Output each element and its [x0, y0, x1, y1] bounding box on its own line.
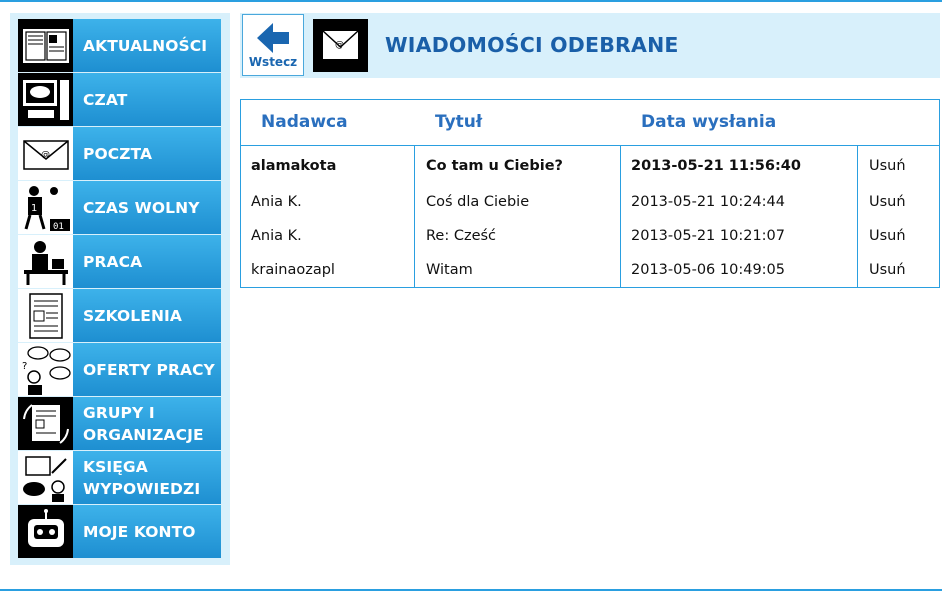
svg-text:1: 1 — [31, 203, 37, 214]
groups-icon — [18, 397, 73, 450]
newspaper-icon — [18, 19, 73, 72]
message-date: 2013-05-21 10:24:44 — [631, 194, 785, 210]
message-sender[interactable]: Ania K. — [251, 194, 302, 210]
table-row[interactable]: alamakota Co tam u Ciebie? 2013-05-21 11… — [241, 146, 939, 185]
guestbook-icon — [18, 451, 73, 504]
sidebar-item-label: CZAT — [73, 73, 221, 126]
sidebar-item-aktualnosci[interactable]: AKTUALNOŚCI — [18, 19, 221, 72]
chat-computer-icon — [18, 73, 73, 126]
svg-text:01: 01 — [53, 222, 64, 232]
table-row[interactable]: krainaozapl Witam 2013-05-06 10:49:05 Us… — [241, 253, 939, 287]
column-header-title[interactable]: Tytuł — [435, 112, 482, 132]
delete-message-link[interactable]: Usuń — [869, 228, 906, 244]
sidebar-item-label: POCZTA — [73, 127, 221, 180]
sidebar-item-label: SZKOLENIA — [73, 289, 221, 342]
message-sender[interactable]: krainaozapl — [251, 262, 335, 278]
sidebar-item-grupy[interactable]: GRUPY I ORGANIZACJE — [18, 397, 221, 450]
delete-message-link[interactable]: Usuń — [869, 262, 906, 278]
sidebar-item-poczta[interactable]: @ POCZTA — [18, 127, 221, 180]
sidebar-item-czas-wolny[interactable]: 1 01 CZAS WOLNY — [18, 181, 221, 234]
message-title[interactable]: Witam — [426, 262, 473, 278]
message-date: 2013-05-06 10:49:05 — [631, 262, 785, 278]
message-sender[interactable]: Ania K. — [251, 228, 302, 244]
delete-message-link[interactable]: Usuń — [869, 158, 906, 174]
sidebar-item-moje-konto[interactable]: MOJE KONTO — [18, 505, 221, 558]
svg-text:?: ? — [22, 361, 27, 372]
sidebar-item-label: OFERTY PRACY — [73, 343, 221, 396]
sidebar-item-label: AKTUALNOŚCI — [73, 19, 221, 72]
sidebar-item-label: MOJE KONTO — [73, 505, 221, 558]
messages-table: Nadawca Tytuł Data wysłania alamakota Co… — [240, 99, 940, 288]
sidebar-item-label: CZAS WOLNY — [73, 181, 221, 234]
message-sender[interactable]: alamakota — [251, 158, 336, 174]
sidebar-item-label: KSIĘGA WYPOWIEDZI — [73, 451, 221, 504]
svg-text:@: @ — [41, 150, 50, 160]
sidebar: AKTUALNOŚCI CZAT @ POCZTA 1 01 CZAS WOLNY… — [10, 13, 230, 565]
back-button[interactable]: Wstecz — [242, 14, 304, 76]
robot-account-icon — [18, 505, 73, 558]
document-training-icon — [18, 289, 73, 342]
table-row[interactable]: Ania K. Coś dla Ciebie 2013-05-21 10:24:… — [241, 185, 939, 219]
sidebar-item-szkolenia[interactable]: SZKOLENIA — [18, 289, 221, 342]
message-title[interactable]: Coś dla Ciebie — [426, 194, 529, 210]
table-row[interactable]: Ania K. Re: Cześć 2013-05-21 10:21:07 Us… — [241, 219, 939, 253]
delete-message-link[interactable]: Usuń — [869, 194, 906, 210]
bottom-border — [0, 589, 942, 591]
sidebar-item-ksiega[interactable]: KSIĘGA WYPOWIEDZI — [18, 451, 221, 504]
mail-envelope-icon: @ — [18, 127, 73, 180]
page-title: WIADOMOŚCI ODEBRANE — [385, 33, 679, 57]
sidebar-item-label: PRACA — [73, 235, 221, 288]
message-title[interactable]: Re: Cześć — [426, 228, 496, 244]
inbox-mail-icon: @ — [313, 19, 368, 72]
message-date: 2013-05-21 11:56:40 — [631, 158, 801, 174]
free-time-icon: 1 01 — [18, 181, 73, 234]
work-desk-icon — [18, 235, 73, 288]
sidebar-item-praca[interactable]: PRACA — [18, 235, 221, 288]
job-offers-icon: ? — [18, 343, 73, 396]
sidebar-item-oferty-pracy[interactable]: ? OFERTY PRACY — [18, 343, 221, 396]
message-date: 2013-05-21 10:21:07 — [631, 228, 785, 244]
column-header-sender[interactable]: Nadawca — [261, 112, 348, 132]
svg-text:@: @ — [335, 40, 344, 50]
back-button-label: Wstecz — [248, 55, 298, 69]
column-header-date[interactable]: Data wysłania — [641, 112, 776, 132]
sidebar-item-label: GRUPY I ORGANIZACJE — [73, 397, 221, 450]
page-header: Wstecz @ WIADOMOŚCI ODEBRANE — [240, 13, 940, 78]
table-header: Nadawca Tytuł Data wysłania — [241, 100, 939, 146]
sidebar-item-czat[interactable]: CZAT — [18, 73, 221, 126]
top-border — [0, 0, 942, 2]
back-arrow-icon — [257, 23, 289, 53]
message-title[interactable]: Co tam u Ciebie? — [426, 158, 563, 174]
